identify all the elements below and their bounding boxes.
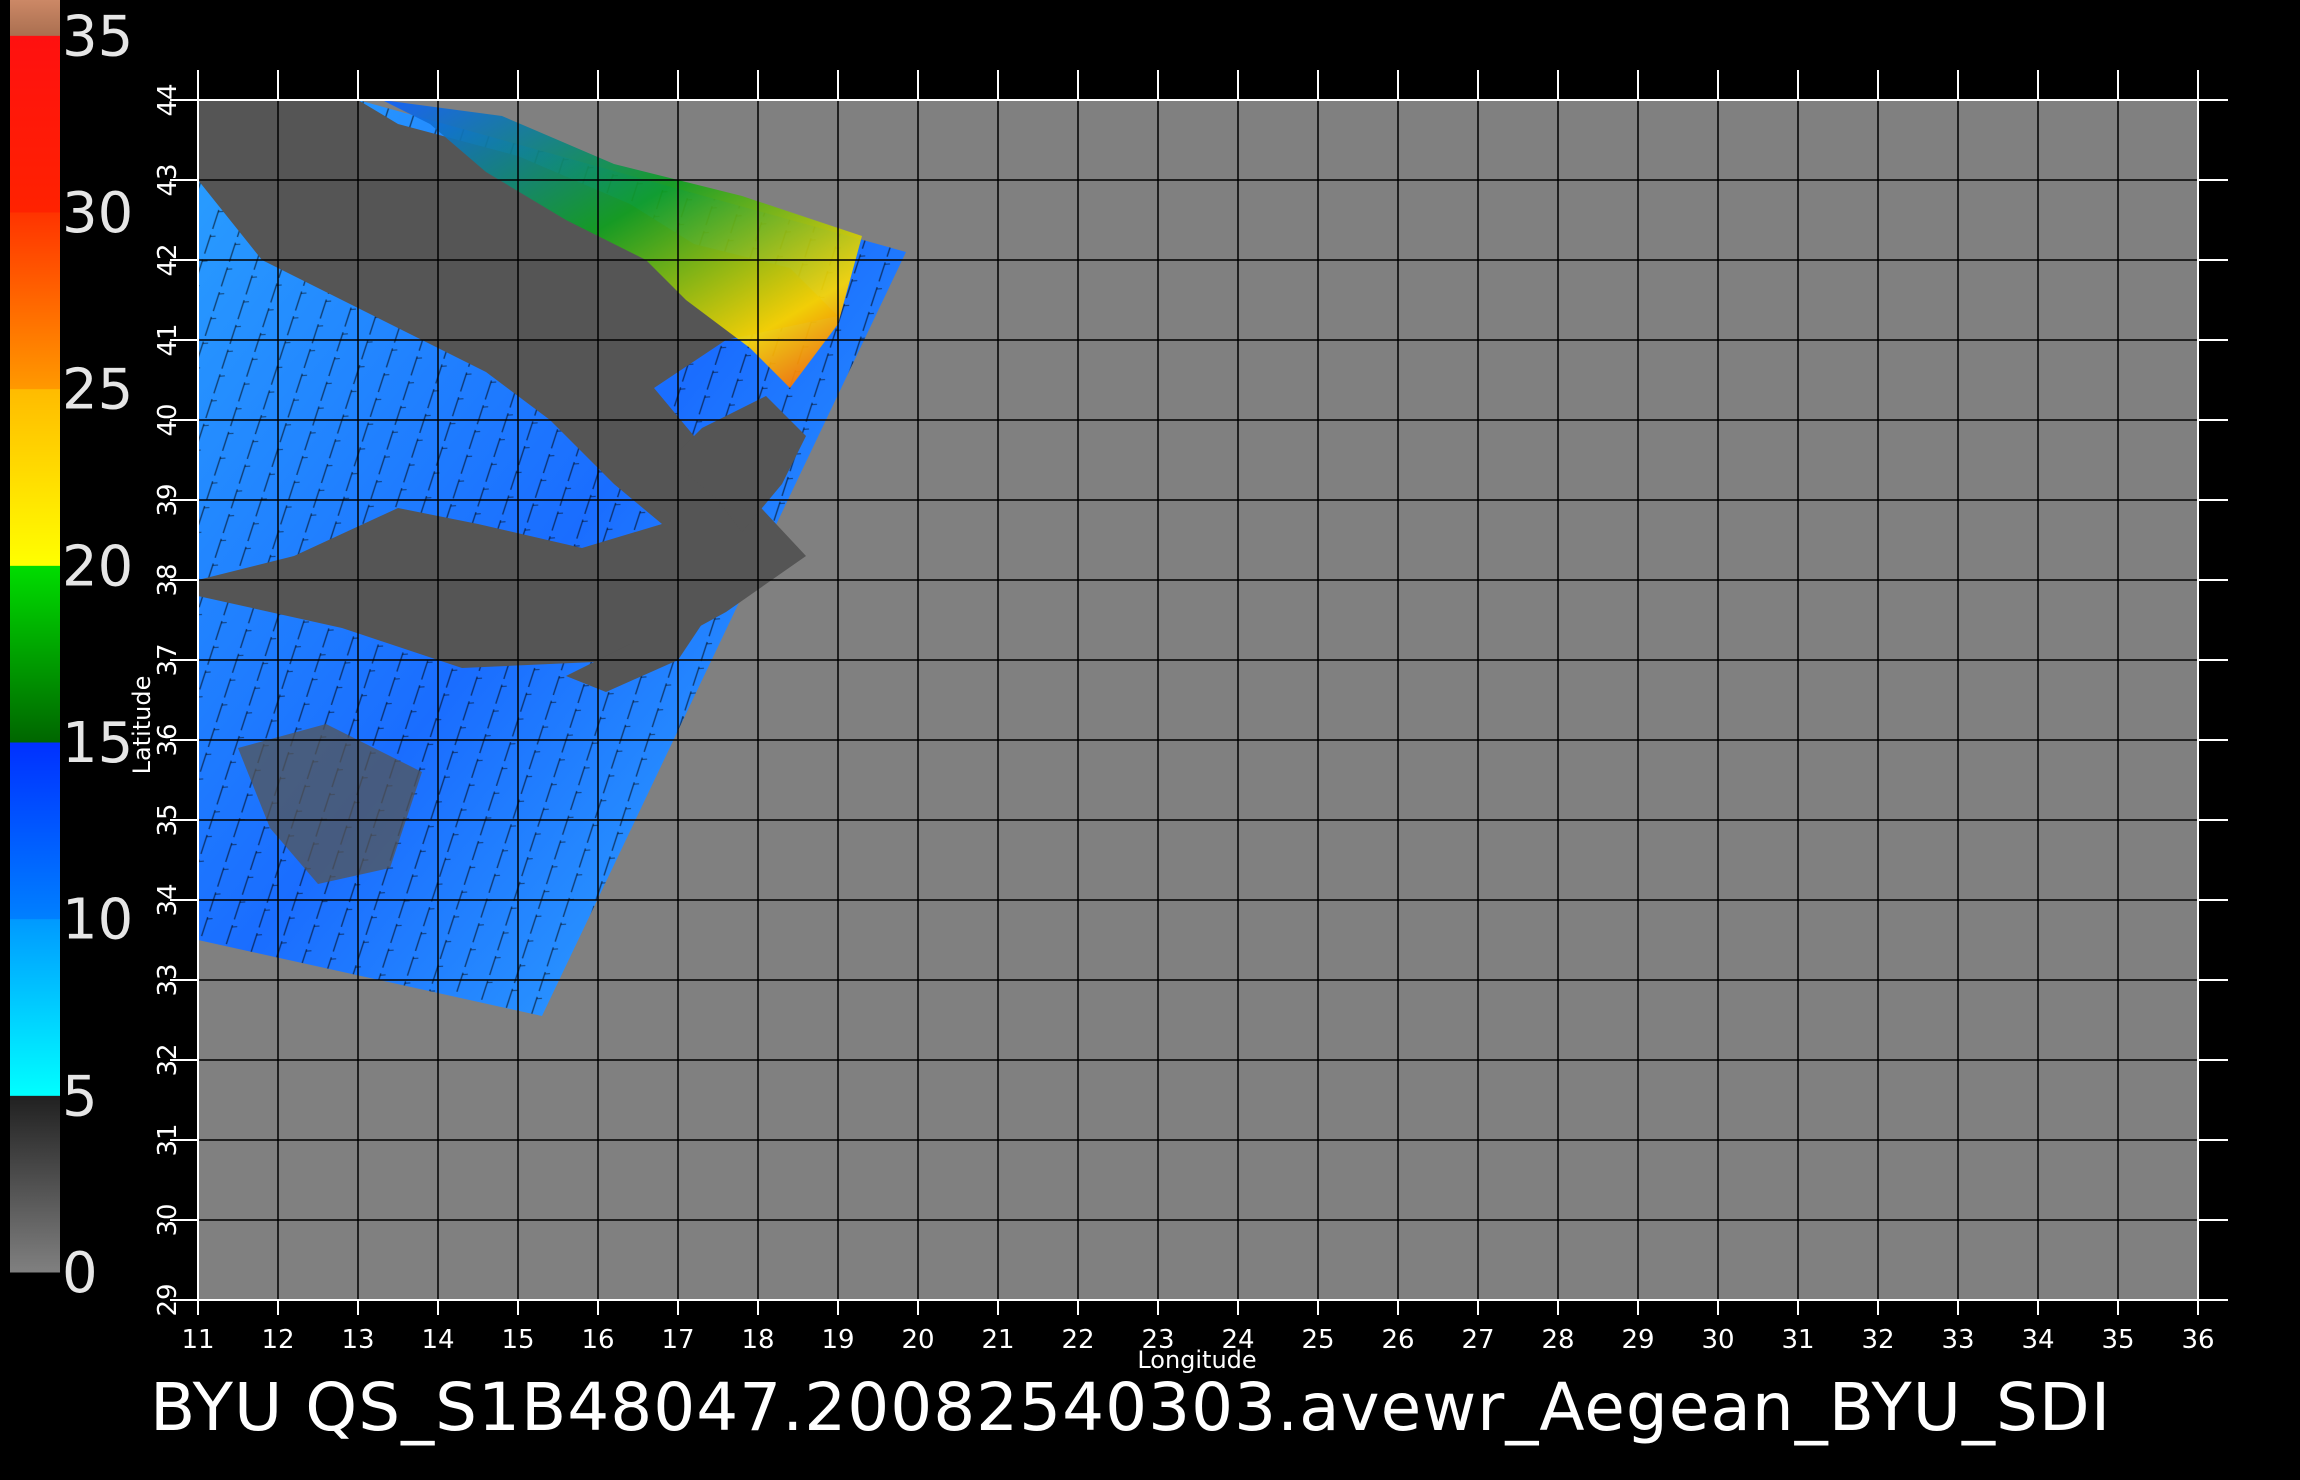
latitude-tick-label: 33	[153, 963, 183, 996]
longitude-tick-label: 11	[181, 1325, 214, 1355]
colorbar-tick-label: 0	[62, 1241, 98, 1306]
colorbar-tick-label: 30	[62, 181, 133, 246]
colorbar-segment	[10, 1095, 60, 1273]
longitude-tick-label: 18	[741, 1325, 774, 1355]
latitude-tick-label: 38	[153, 563, 183, 596]
colorbar-tick-label: 35	[62, 4, 133, 69]
longitude-tick-label: 35	[2101, 1325, 2134, 1355]
wind-map-figure: 35 30 25 20 15 10 5 0 11 12 13 14 15 16 17 18 19 20 21 22 2…	[10, 0, 2228, 1446]
latitude-tick-label: 35	[153, 803, 183, 836]
colorbar-tick-label: 5	[62, 1064, 98, 1129]
longitude-tick-label: 34	[2021, 1325, 2054, 1355]
latitude-tick-label: 42	[153, 243, 183, 276]
colorbar-segment	[10, 0, 60, 36]
colorbar-segment	[10, 35, 60, 213]
longitude-tick-label: 15	[501, 1325, 534, 1355]
longitude-tick-label: 31	[1781, 1325, 1814, 1355]
latitude-tick-label: 37	[153, 643, 183, 676]
latitude-tick-label: 44	[153, 83, 183, 116]
longitude-tick-label: 33	[1941, 1325, 1974, 1355]
colorbar-segment	[10, 565, 60, 743]
longitude-tick-label: 12	[261, 1325, 294, 1355]
longitude-tick-label: 13	[341, 1325, 374, 1355]
longitude-tick-label: 14	[421, 1325, 454, 1355]
longitude-tick-label: 32	[1861, 1325, 1894, 1355]
latitude-tick-label: 31	[153, 1123, 183, 1156]
latitude-tick-label: 30	[153, 1203, 183, 1236]
colorbar-segment	[10, 918, 60, 1096]
latitude-tick-label: 32	[153, 1043, 183, 1076]
longitude-tick-label: 26	[1381, 1325, 1414, 1355]
longitude-tick-label: 27	[1461, 1325, 1494, 1355]
colorbar-tick-label: 15	[62, 711, 133, 776]
product-caption: BYU QS_S1B48047.20082540303.avewr_Aegean…	[150, 1369, 2111, 1446]
colorbar-segment	[10, 742, 60, 920]
longitude-tick-label: 28	[1541, 1325, 1574, 1355]
longitude-tick-label: 20	[901, 1325, 934, 1355]
longitude-tick-label: 17	[661, 1325, 694, 1355]
longitude-tick-label: 16	[581, 1325, 614, 1355]
longitude-tick-label: 36	[2181, 1325, 2214, 1355]
colorbar-tick-label: 25	[62, 358, 133, 423]
latitude-tick-label: 29	[153, 1283, 183, 1316]
longitude-tick-label: 22	[1061, 1325, 1094, 1355]
longitude-tick-label: 29	[1621, 1325, 1654, 1355]
latitude-tick-label: 41	[153, 323, 183, 356]
latitude-tick-label: 34	[153, 883, 183, 916]
latitude-tick-label: 36	[153, 723, 183, 756]
colorbar-segment	[10, 388, 60, 566]
longitude-tick-label: 19	[821, 1325, 854, 1355]
wind-speed-colorbar: 35 30 25 20 15 10 5 0	[10, 0, 133, 1306]
latitude-tick-labels: 29 30 31 32 33 34 35 36 37 38 39 40 41 42 43 44	[153, 83, 183, 1316]
longitude-tick-label: 30	[1701, 1325, 1734, 1355]
longitude-tick-label: 21	[981, 1325, 1014, 1355]
colorbar-tick-label: 20	[62, 534, 133, 599]
colorbar-tick-label: 10	[62, 888, 133, 953]
latitude-tick-label: 43	[153, 163, 183, 196]
y-axis-title: Latitude	[128, 676, 156, 775]
longitude-tick-label: 25	[1301, 1325, 1334, 1355]
latitude-tick-label: 40	[153, 403, 183, 436]
latitude-tick-label: 39	[153, 483, 183, 516]
colorbar-segment	[10, 212, 60, 390]
